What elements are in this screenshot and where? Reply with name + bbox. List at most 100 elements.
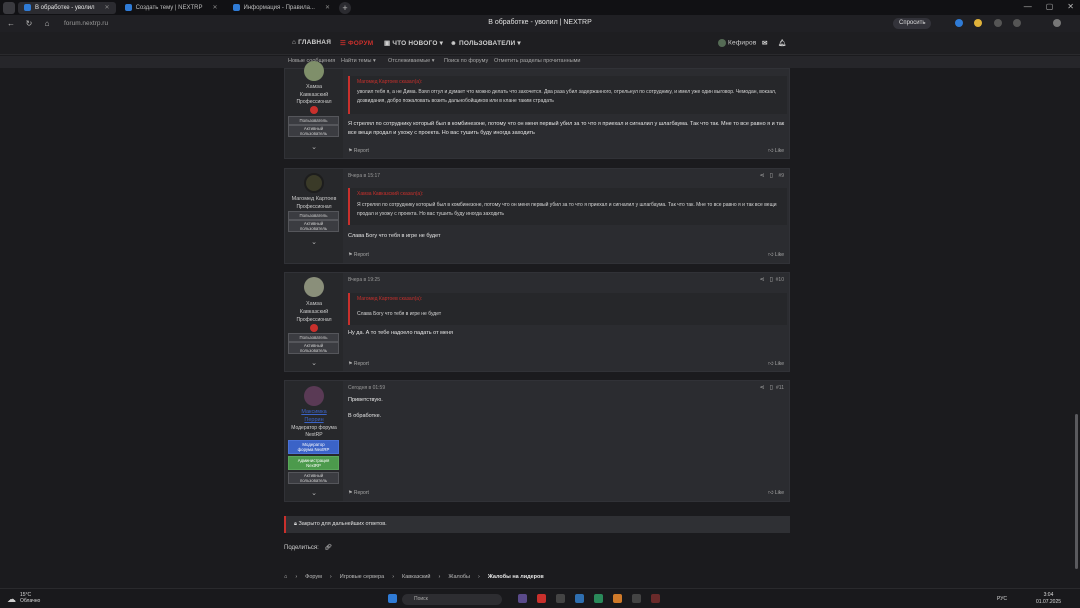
user-avatar-icon — [718, 39, 726, 47]
report-button[interactable]: ⚑ Report — [348, 148, 369, 154]
like-button[interactable]: 👍︎ Like — [768, 490, 784, 496]
ask-button[interactable]: Спросить — [893, 18, 932, 29]
breadcrumb-item[interactable]: Игровые сервера — [340, 574, 384, 580]
post-author[interactable]: Магомед Картоев — [285, 195, 343, 203]
download-icon[interactable] — [994, 19, 1002, 27]
nav-users[interactable]: ☻ ПОЛЬЗОВАТЕЛИ ▾ — [450, 39, 521, 47]
language-indicator[interactable]: РУС — [997, 596, 1007, 602]
breadcrumb-current[interactable]: Жалобы на лидеров — [488, 574, 544, 580]
share-bookmark-icons[interactable]: ⋖ ▯ — [760, 276, 773, 283]
app-icon[interactable] — [594, 594, 603, 603]
post-text: Ну да. А то тебе надоело падать от меня — [348, 330, 453, 336]
reload-icon[interactable]: ↻ — [22, 19, 36, 28]
post-date[interactable]: Сегодня в 01:59 — [348, 385, 385, 391]
tab-2[interactable]: Создать тему | NEXTRP ✕ — [119, 2, 224, 14]
clock[interactable]: 3:04 01.07.2025 — [1036, 592, 1061, 606]
profile-icon[interactable] — [1053, 19, 1061, 27]
close-tab-icon[interactable]: ✕ — [105, 4, 110, 11]
post-date[interactable]: Вчера в 15:17 — [348, 173, 380, 179]
user-badge: Активный пользователь — [288, 342, 339, 354]
post: Магомед Картоев Профессионал Пользовател… — [284, 168, 790, 264]
close-tab-icon[interactable]: ✕ — [213, 4, 218, 11]
breadcrumb-item[interactable]: Форум — [305, 574, 322, 580]
breadcrumb-home-icon[interactable]: ⌂ — [284, 574, 287, 580]
home-icon[interactable]: ⌂ — [40, 19, 54, 28]
minimize-icon[interactable]: — — [1024, 2, 1032, 11]
tab-3[interactable]: Информация - Правила... ✕ — [227, 2, 336, 14]
url-field[interactable]: forum.nextrp.ru — [64, 20, 108, 27]
link-icon[interactable]: 🔗︎ — [324, 545, 332, 551]
scrollbar-thumb[interactable] — [1075, 414, 1078, 569]
report-button[interactable]: ⚑ Report — [348, 490, 369, 496]
cloud-icon: ☁ — [7, 594, 16, 604]
app-icon[interactable] — [651, 594, 660, 603]
browser-menu-icon[interactable] — [3, 1, 15, 14]
like-button[interactable]: 👍︎ Like — [768, 252, 784, 258]
post-author[interactable]: Хамза Кавказский — [285, 300, 343, 316]
weather-widget[interactable]: 15°C Облачно — [20, 592, 40, 604]
back-icon[interactable]: ← — [4, 19, 18, 28]
share-bookmark-icons[interactable]: ⋖ ▯ — [760, 384, 773, 391]
post-author[interactable]: Хамза Кавказский — [285, 83, 343, 99]
app-icon[interactable] — [556, 594, 565, 603]
app-icon[interactable] — [518, 594, 527, 603]
avatar[interactable] — [304, 173, 324, 193]
bell-icon[interactable]: 🔔︎ — [778, 39, 786, 47]
avatar[interactable] — [304, 61, 324, 81]
post: Хамза Кавказский Профессионал Пользовате… — [284, 272, 790, 372]
quote-author[interactable]: Хамза Кавказский сказал(а): — [357, 191, 423, 197]
breadcrumb-item[interactable]: Кавказский — [402, 574, 430, 580]
post-author[interactable]: Максимка Перрин — [285, 408, 343, 424]
chevron-down-icon[interactable]: ⌄ — [285, 238, 343, 246]
nav-whats-new[interactable]: ▣ ЧТО НОВОГО ▾ — [384, 39, 443, 47]
close-tab-icon[interactable]: ✕ — [325, 4, 330, 11]
quote-block: Хамза Кавказский сказал(а): Я стрелял по… — [348, 188, 787, 225]
post-user-panel: Хамза Кавказский Профессионал Пользовате… — [285, 273, 343, 371]
quote-block: Магомед Картоев сказал(а): Слава Богу чт… — [348, 293, 787, 325]
chevron-down-icon[interactable]: ⌄ — [285, 359, 343, 367]
mail-icon[interactable]: ✉ — [762, 39, 768, 47]
app-icon[interactable] — [575, 594, 584, 603]
like-button[interactable]: 👍︎ Like — [768, 148, 784, 154]
breadcrumb: ⌂ › Форум › Игровые сервера › Кавказский… — [284, 574, 544, 580]
user-badge: Пользователь — [288, 211, 339, 220]
subnav-search[interactable]: Поиск по форуму — [444, 58, 488, 64]
browser-tab-bar: В обработке - уволил ✕ Создать тему | NEX… — [0, 0, 1080, 15]
start-icon[interactable] — [388, 594, 397, 603]
chevron-down-icon[interactable]: ⌄ — [285, 489, 343, 497]
post-number[interactable]: #10 — [776, 277, 784, 283]
post-date[interactable]: Вчера в 19:25 — [348, 277, 380, 283]
chevron-down-icon[interactable]: ⌄ — [285, 143, 343, 151]
new-tab-button[interactable]: + — [339, 1, 351, 14]
taskbar-search[interactable]: Поиск — [402, 594, 502, 605]
close-window-icon[interactable]: ✕ — [1067, 2, 1074, 11]
address-bar: ← ↻ ⌂ forum.nextrp.ru В обработке - увол… — [0, 15, 1080, 32]
avatar[interactable] — [304, 277, 324, 297]
app-icon[interactable] — [632, 594, 641, 603]
user-rank: Профессионал — [296, 204, 332, 210]
nav-home[interactable]: ⌂ ГЛАВНАЯ — [292, 39, 331, 46]
quote-author[interactable]: Магомед Картоев сказал(а): — [357, 79, 422, 85]
tab-1[interactable]: В обработке - уволил ✕ — [18, 1, 116, 14]
app-icon[interactable] — [613, 594, 622, 603]
post-number[interactable]: #11 — [776, 385, 784, 391]
app-icon[interactable] — [537, 594, 546, 603]
subnav-watched[interactable]: Отслеживаемые ▾ — [388, 58, 435, 64]
like-button[interactable]: 👍︎ Like — [768, 361, 784, 367]
nav-forum[interactable]: ☰ ФОРУМ — [340, 39, 373, 47]
user-menu[interactable]: Кефиров — [718, 39, 756, 47]
post-number[interactable]: #9 — [778, 173, 784, 179]
subnav-find-threads[interactable]: Найти темы ▾ — [341, 58, 376, 64]
maximize-icon[interactable]: ▢ — [1046, 2, 1054, 11]
breadcrumb-item[interactable]: Жалобы — [448, 574, 470, 580]
report-button[interactable]: ⚑ Report — [348, 252, 369, 258]
extension-icon[interactable] — [955, 19, 963, 27]
quote-author[interactable]: Магомед Картоев сказал(а): — [357, 296, 422, 302]
share-bookmark-icons[interactable]: ⋖ ▯ — [760, 172, 773, 179]
avatar[interactable] — [304, 386, 324, 406]
report-button[interactable]: ⚑ Report — [348, 361, 369, 367]
extension-icon[interactable] — [974, 19, 982, 27]
subnav-mark-read[interactable]: Отметить разделы прочитанными — [494, 58, 581, 64]
shield-icon[interactable] — [1013, 19, 1021, 27]
tab-favicon-icon — [24, 4, 31, 11]
